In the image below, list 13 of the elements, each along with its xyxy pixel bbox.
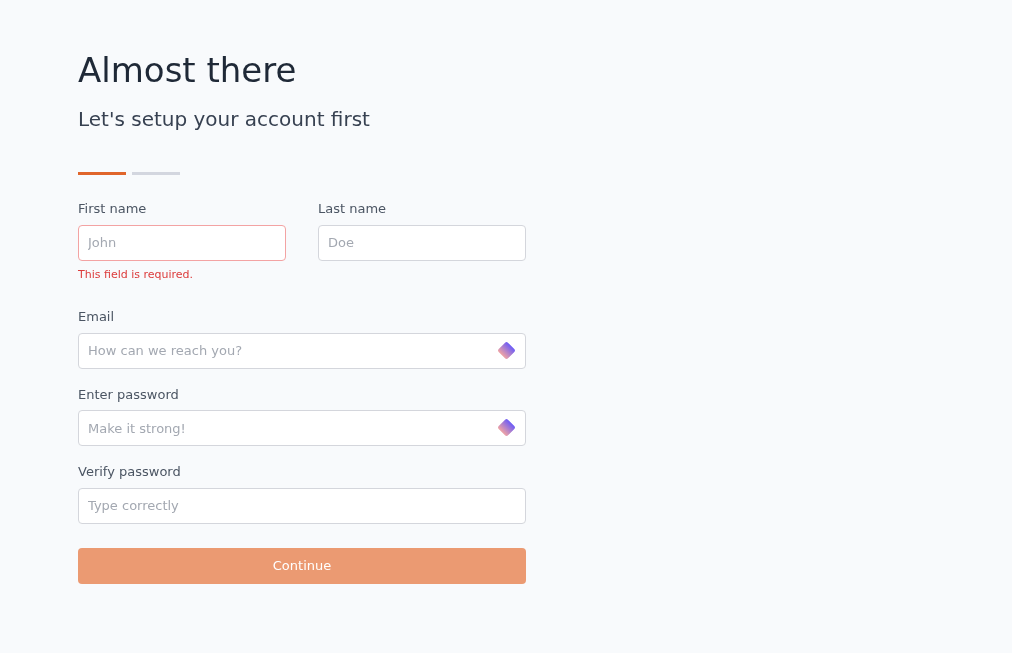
- field-label: First name: [78, 200, 148, 218]
- field-label: Verify password: [78, 463, 182, 481]
- field-label: Last name: [318, 200, 388, 218]
- input-field[interactable]: Make it strong!: [78, 410, 526, 446]
- error-message: This field is required.: [78, 266, 195, 283]
- input-field[interactable]: How can we reach you?: [78, 332, 526, 369]
- input-field[interactable]: John: [78, 224, 286, 261]
- input-field[interactable]: Type correctly: [78, 487, 526, 524]
- field-label: Enter password: [78, 385, 180, 404]
- input-field[interactable]: Doe: [318, 224, 526, 261]
- page-title: Almost there: [78, 49, 298, 92]
- page-subtitle: Let's setup your account first: [78, 106, 371, 133]
- field-label: Email: [78, 308, 116, 326]
